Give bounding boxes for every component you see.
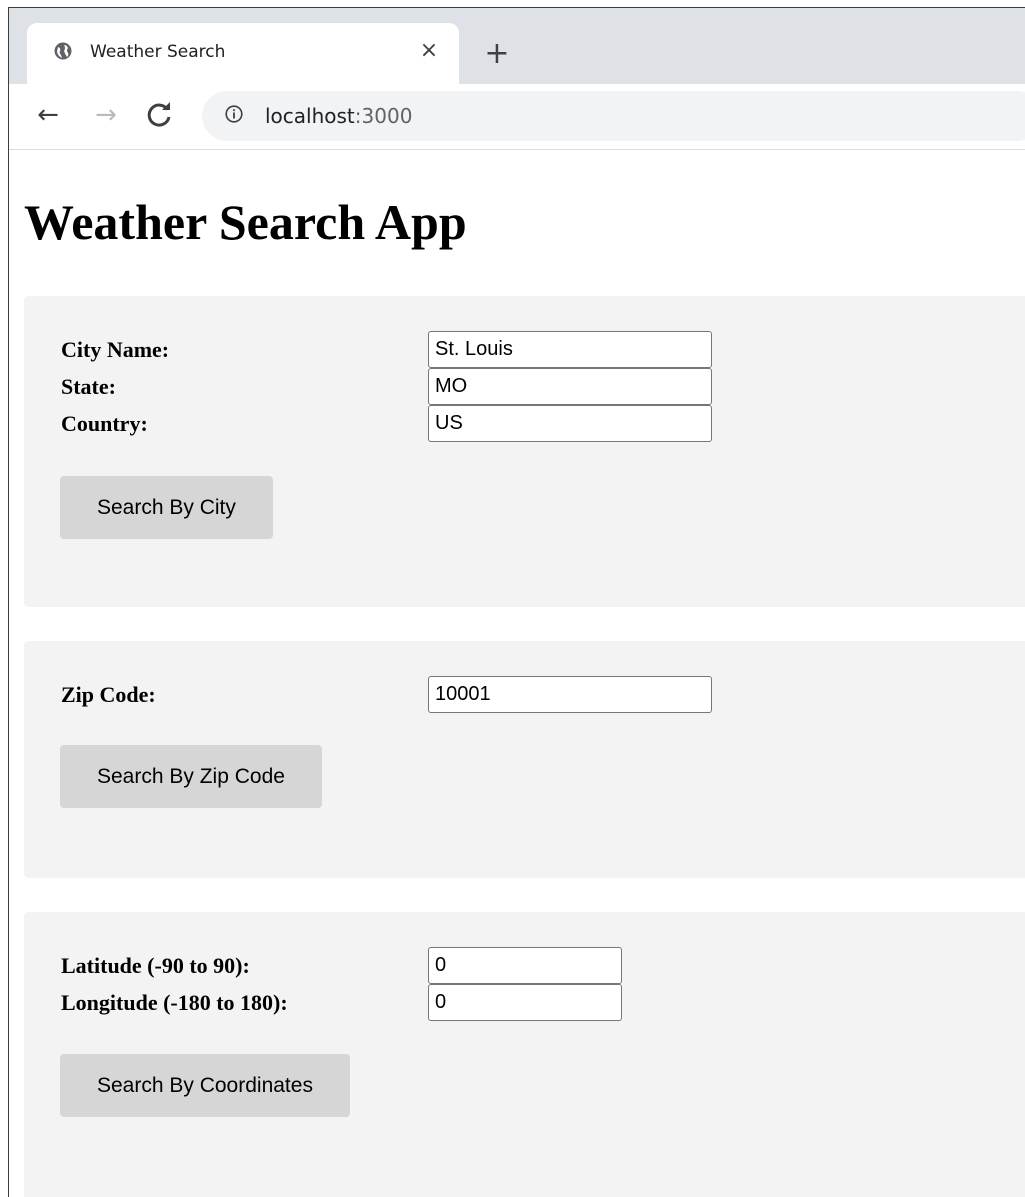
- forward-arrow-icon[interactable]: →: [91, 100, 121, 130]
- url-host: localhost: [265, 104, 355, 128]
- tab-weather-search[interactable]: Weather Search ×: [27, 23, 459, 84]
- city-search-form: City Name: State: Country: Search By Cit…: [24, 296, 1025, 607]
- tab-strip: Weather Search × +: [9, 8, 1025, 84]
- back-arrow-icon[interactable]: ←: [33, 100, 63, 130]
- longitude-input[interactable]: [428, 984, 622, 1021]
- latitude-input[interactable]: [428, 947, 622, 984]
- country-label: Country:: [61, 411, 148, 436]
- latitude-label: Latitude (-90 to 90):: [61, 953, 250, 978]
- country-input[interactable]: [428, 405, 712, 442]
- page-title: Weather Search App: [24, 194, 467, 250]
- search-by-coordinates-button[interactable]: Search By Coordinates: [60, 1054, 350, 1117]
- new-tab-icon[interactable]: +: [483, 39, 511, 69]
- search-by-zip-button[interactable]: Search By Zip Code: [60, 745, 322, 808]
- state-label: State:: [61, 374, 116, 399]
- browser-window: Weather Search × + ← → localhost:3000 We…: [8, 7, 1025, 1197]
- info-icon[interactable]: [225, 105, 243, 123]
- state-input[interactable]: [428, 368, 712, 405]
- url-text: localhost:3000: [265, 103, 412, 129]
- page-content: Weather Search App City Name: State: Cou…: [9, 150, 1025, 1197]
- zip-code-input[interactable]: [428, 676, 712, 713]
- city-name-label: City Name:: [61, 337, 170, 362]
- reload-icon[interactable]: [145, 100, 175, 130]
- coordinates-search-form: Latitude (-90 to 90): Longitude (-180 to…: [24, 912, 1025, 1197]
- url-port: :3000: [354, 104, 413, 128]
- longitude-label: Longitude (-180 to 180):: [61, 990, 288, 1015]
- browser-toolbar: ← → localhost:3000: [9, 84, 1025, 150]
- zip-code-label: Zip Code:: [61, 682, 156, 707]
- address-bar[interactable]: localhost:3000: [202, 91, 1025, 141]
- zip-search-form: Zip Code: Search By Zip Code: [24, 641, 1025, 878]
- search-by-city-button[interactable]: Search By City: [60, 476, 273, 539]
- globe-icon: [54, 42, 72, 60]
- close-tab-icon[interactable]: ×: [417, 39, 441, 63]
- tab-title: Weather Search: [90, 42, 226, 62]
- city-name-input[interactable]: [428, 331, 712, 368]
